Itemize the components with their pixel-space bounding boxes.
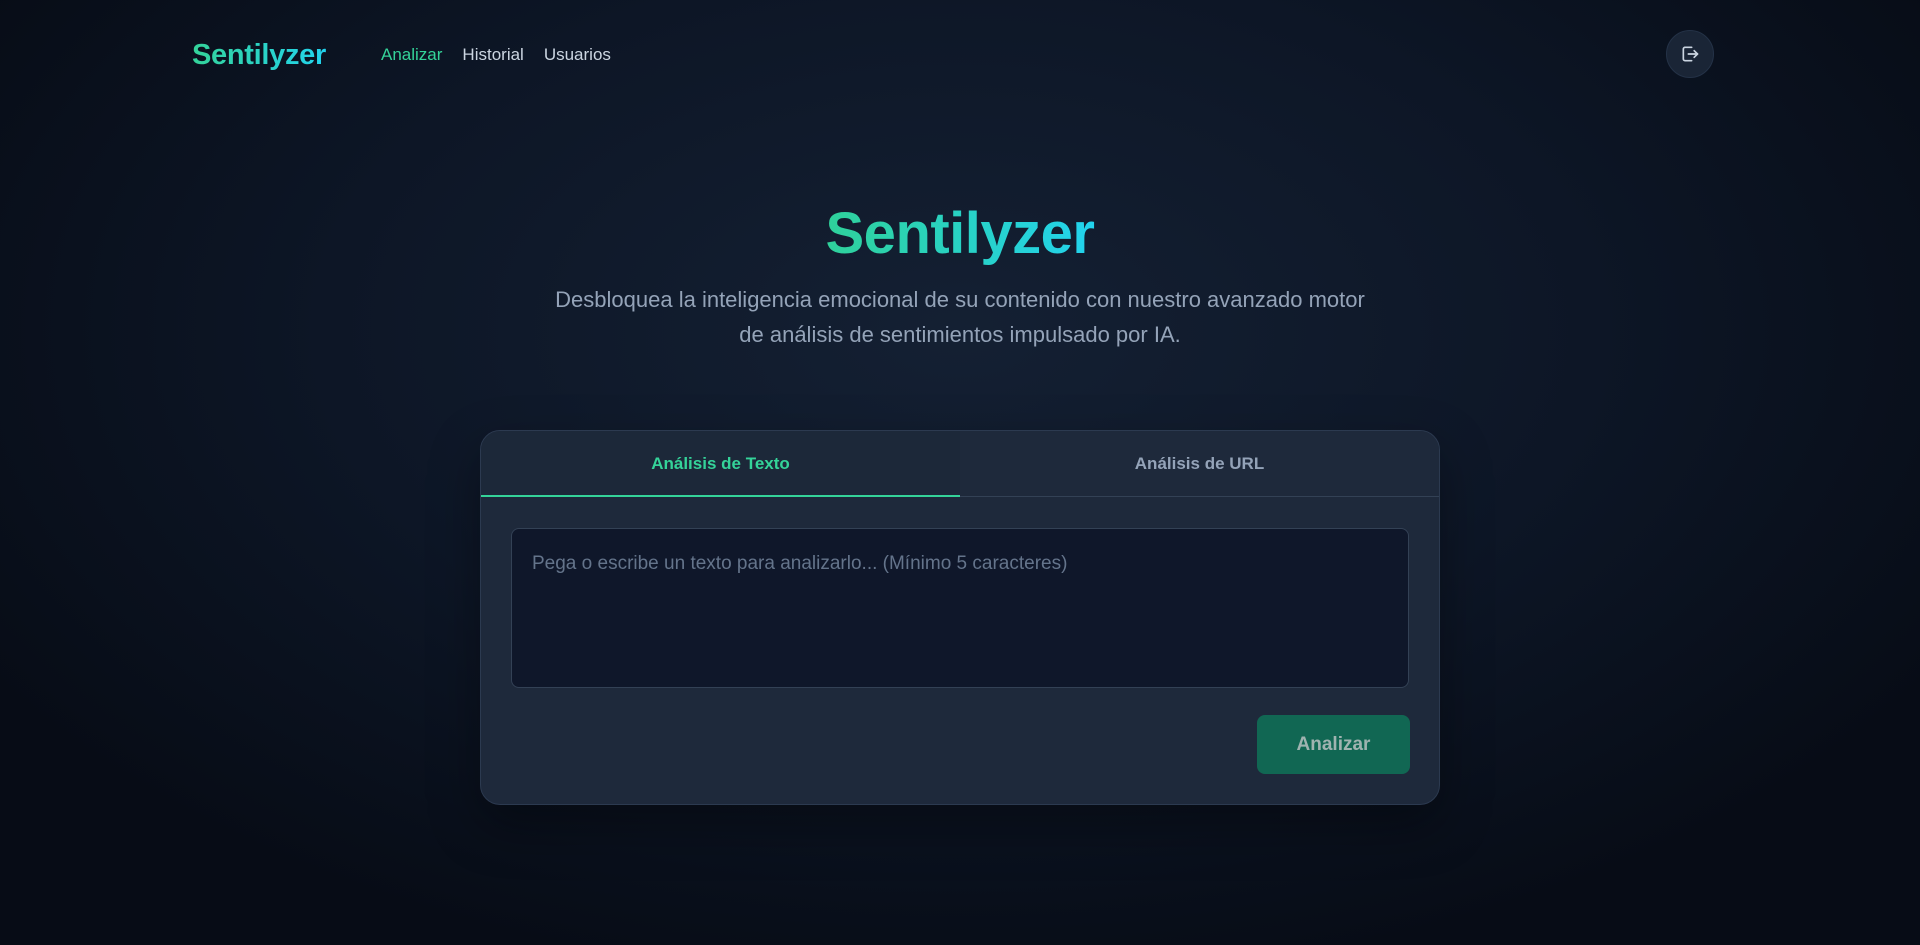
brand-logo[interactable]: Sentilyzer <box>192 36 326 74</box>
logout-icon <box>1682 46 1699 62</box>
nav-item-historial[interactable]: Historial <box>462 43 523 67</box>
hero-subtitle: Desbloquea la inteligencia emocional de … <box>555 287 1365 347</box>
text-input[interactable] <box>511 528 1409 688</box>
tab-url-analysis[interactable]: Análisis de URL <box>960 431 1439 496</box>
nav-item-analizar[interactable]: Analizar <box>381 43 442 67</box>
tab-text-analysis[interactable]: Análisis de Texto <box>481 431 960 497</box>
logout-button[interactable] <box>1666 30 1714 78</box>
hero-title: Sentilyzer <box>0 198 1920 270</box>
analyzer-card: Análisis de Texto Análisis de URL Analiz… <box>480 430 1440 805</box>
main-nav: Analizar Historial Usuarios <box>381 43 611 67</box>
analyze-button[interactable]: Analizar <box>1257 715 1410 774</box>
hero-title-text: Sentilyzer <box>825 201 1096 266</box>
top-navbar: Sentilyzer Analizar Historial Usuarios <box>0 0 1920 108</box>
nav-item-usuarios[interactable]: Usuarios <box>544 43 611 67</box>
analyzer-tabs: Análisis de Texto Análisis de URL <box>481 431 1439 497</box>
